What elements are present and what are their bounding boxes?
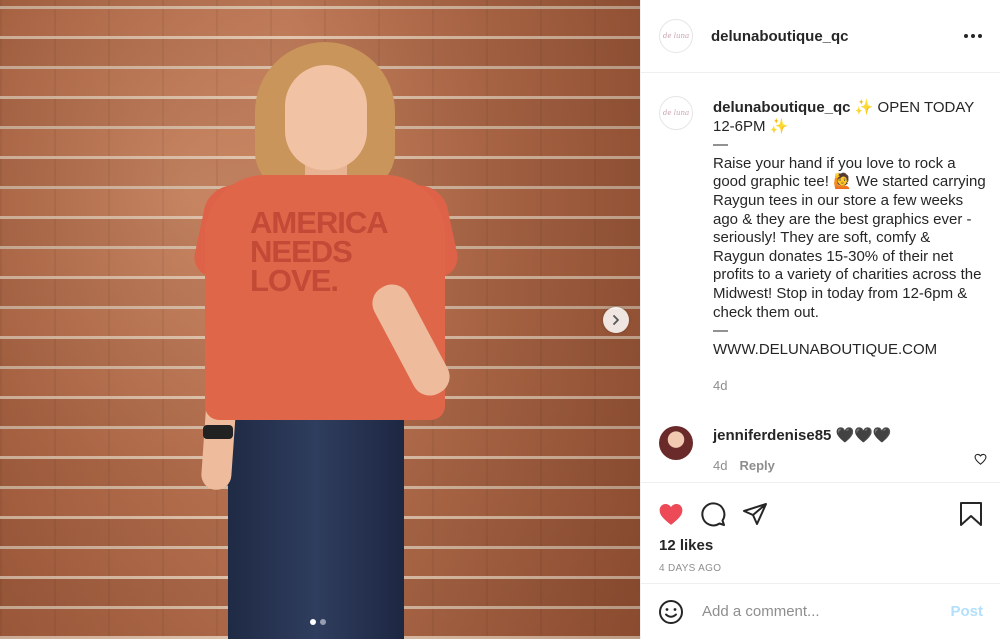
post-header: de luna delunaboutique_qc <box>641 0 1000 73</box>
post-side-panel: de luna delunaboutique_qc de luna deluna… <box>640 0 1000 639</box>
add-comment-bar: Post <box>641 583 1000 639</box>
share-button[interactable] <box>742 502 768 526</box>
caption-text-block: delunaboutique_qc ✨ OPEN TODAY 12-6PM ✨ … <box>713 99 986 359</box>
post-photo[interactable]: AMERICA NEEDS LOVE. <box>0 0 640 639</box>
comment-timestamp[interactable]: 4d <box>713 458 727 473</box>
author-avatar[interactable]: de luna <box>659 19 693 53</box>
comment-bubble-icon <box>701 502 726 527</box>
more-options-icon[interactable] <box>964 34 982 38</box>
save-button[interactable] <box>959 501 983 527</box>
bookmark-icon <box>960 502 982 526</box>
caption-timestamp[interactable]: 4d <box>713 377 986 396</box>
commenter-avatar[interactable] <box>659 425 693 460</box>
caption-username[interactable]: delunaboutique_qc <box>713 99 851 116</box>
photo-subject-watch <box>203 425 233 439</box>
caption-text: ✨ OPEN TODAY 12-6PM ✨ — Raise your hand … <box>713 99 986 358</box>
carousel-dot-active <box>310 619 316 625</box>
comment-input[interactable] <box>702 603 951 620</box>
caption-author-avatar[interactable]: de luna <box>659 96 693 130</box>
post-date[interactable]: 4 DAYS AGO <box>641 563 1000 574</box>
comment-button[interactable] <box>700 501 726 527</box>
carousel-indicator <box>310 619 326 625</box>
like-button[interactable] <box>658 502 684 526</box>
comment-text: 🖤🖤🖤 <box>835 426 892 444</box>
photo-subject-face <box>285 65 367 170</box>
author-username[interactable]: delunaboutique_qc <box>711 28 849 45</box>
comment-item: jenniferdenise85 🖤🖤🖤 4d Reply <box>641 396 1000 473</box>
heart-outline-icon <box>974 453 987 465</box>
heart-filled-icon <box>659 504 683 525</box>
reply-button[interactable]: Reply <box>739 458 774 473</box>
comment-like-button[interactable] <box>974 452 987 470</box>
shirt-print-text: AMERICA NEEDS LOVE. <box>250 205 388 298</box>
chevron-right-icon <box>613 315 619 325</box>
post-comment-button[interactable]: Post <box>950 603 983 620</box>
emoji-smile-icon <box>659 599 683 624</box>
post-actions-area: 12 likes 4 DAYS AGO <box>641 482 1000 574</box>
photo-subject-jeans <box>228 400 404 639</box>
post-caption: de luna delunaboutique_qc ✨ OPEN TODAY 1… <box>641 73 1000 396</box>
carousel-next-button[interactable] <box>603 307 629 333</box>
carousel-dot <box>320 619 326 625</box>
avatar-logo-text: de luna <box>662 109 690 117</box>
emoji-button[interactable] <box>658 599 684 625</box>
avatar-logo-text: de luna <box>662 32 690 40</box>
paper-plane-icon <box>743 503 767 525</box>
commenter-username[interactable]: jenniferdenise85 <box>713 427 831 444</box>
action-bar <box>641 483 1000 533</box>
likes-count[interactable]: 12 likes <box>641 537 1000 554</box>
